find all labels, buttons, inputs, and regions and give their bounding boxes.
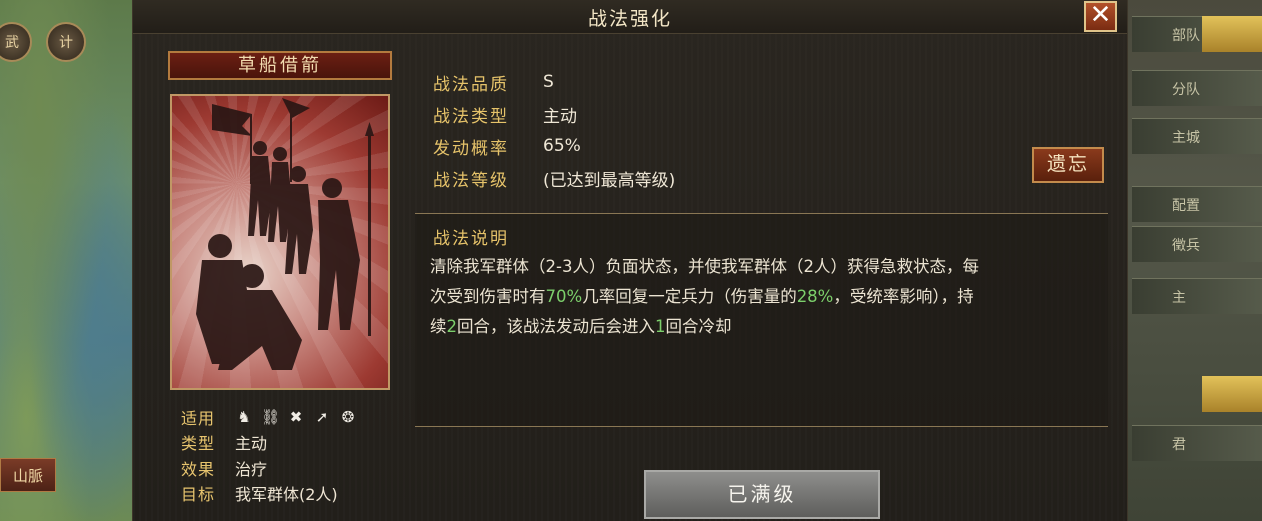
target-value: 我军群体(2人)	[235, 485, 338, 505]
effect-row: 效果 治疗	[181, 455, 357, 481]
forget-button[interactable]: 遗忘	[1032, 147, 1104, 183]
soldiers-silhouette-illustration	[196, 98, 374, 370]
description-line: 续2回合，该战法发动后会进入1回合冷却	[430, 312, 1098, 342]
description-segment: 回合冷却	[665, 317, 732, 336]
unit-type-icons: ♞ ⛓ ✖ ➚ ❂	[235, 408, 357, 426]
side-panel-row[interactable]: 配置	[1132, 186, 1262, 222]
applies-row: 适用 ♞ ⛓ ✖ ➚ ❂	[181, 404, 357, 430]
skill-level-row: 战法等级 (已达到最高等级)	[433, 162, 675, 194]
skill-level-value: (已达到最高等级)	[543, 170, 676, 191]
description-segment: 回合，该战法发动后会进入	[457, 317, 655, 336]
chariot-icon: ❂	[341, 407, 355, 426]
description-title: 战法说明	[433, 229, 509, 249]
target-row: 目标 我军群体(2人)	[181, 481, 357, 507]
side-panel-background: 部队 分队 主城 配置 徵兵 主 君	[1128, 0, 1262, 521]
skill-card-stats: 适用 ♞ ⛓ ✖ ➚ ❂ 类型 主动 效果 治疗 目标 我军群体(2人)	[181, 404, 357, 506]
applies-label: 适用	[181, 408, 216, 428]
description-text: 清除我军群体（2-3人）负面状态，并使我军群体（2人）获得急救状态，每 次受到伤…	[430, 252, 1098, 342]
close-icon: ✕	[1089, 0, 1112, 30]
side-panel-gold-tab[interactable]	[1202, 16, 1262, 52]
cavalry-icon: ♞	[237, 407, 251, 426]
trigger-rate-value: 65%	[543, 136, 581, 156]
dialog-title: 战法强化	[587, 8, 672, 30]
trigger-rate-row: 发动概率 65%	[433, 130, 675, 162]
description-segment: 次受到伤害时有	[430, 287, 546, 306]
description-highlight: 70%	[545, 287, 583, 306]
quality-label: 战法品质	[433, 74, 509, 95]
map-round-button-label: 计	[59, 35, 73, 51]
description-highlight: 1	[655, 317, 666, 336]
quality-row: 战法品质 S	[433, 66, 675, 98]
type-value: 主动	[235, 434, 268, 454]
skill-type-label: 战法类型	[433, 106, 509, 127]
skill-upgrade-dialog: 战法强化 ✕ 草船借箭 适用 ♞ ⛓ ✖ ➚ ❂ 类型 主动 效果 治疗 目标 …	[132, 0, 1128, 521]
skill-level-label: 战法等级	[433, 170, 509, 191]
game-map-background: 武 计 山脈	[0, 0, 132, 521]
type-label: 类型	[181, 434, 216, 454]
description-highlight: 28%	[796, 287, 834, 306]
side-panel-row-label: 部队	[1172, 27, 1200, 44]
map-round-button[interactable]: 计	[46, 22, 86, 62]
quality-value: S	[543, 72, 554, 92]
map-side-button-label: 山脈	[12, 466, 43, 485]
map-round-button-label: 武	[5, 35, 19, 51]
bow-icon: ✖	[289, 407, 303, 426]
side-panel-row[interactable]: 主	[1132, 278, 1262, 314]
side-panel-row[interactable]: 徵兵	[1132, 226, 1262, 262]
shield-icon: ⛓	[261, 407, 281, 426]
type-row: 类型 主动	[181, 430, 357, 456]
side-panel-gold-tab[interactable]	[1202, 376, 1262, 412]
description-segment: ，受统率影响），持	[833, 287, 974, 306]
skill-card-art	[170, 94, 390, 390]
skill-type-row: 战法类型 主动	[433, 98, 675, 130]
spear-icon: ➚	[315, 407, 329, 426]
dialog-titlebar: 战法强化 ✕	[133, 0, 1127, 34]
description-line: 次受到伤害时有70%几率回复一定兵力（伤害量的28%，受统率影响），持	[430, 282, 1098, 312]
side-panel-row-label: 主城	[1172, 129, 1200, 146]
side-panel-row-label: 主	[1172, 289, 1186, 306]
map-round-button[interactable]: 武	[0, 22, 32, 62]
side-panel-row[interactable]: 君	[1132, 425, 1262, 461]
skill-info: 战法品质 S 战法类型 主动 发动概率 65% 战法等级 (已达到最高等级)	[433, 66, 675, 194]
description-highlight: 2	[446, 317, 458, 336]
effect-label: 效果	[181, 459, 216, 479]
side-panel-row-label: 君	[1172, 436, 1186, 453]
description-segment: 续	[430, 317, 447, 336]
description-segment: 几率回复一定兵力（伤害量的	[582, 287, 797, 306]
side-panel-row-label: 徵兵	[1172, 237, 1200, 254]
side-panel-row-label: 分队	[1172, 81, 1200, 98]
side-panel-row[interactable]: 主城	[1132, 118, 1262, 154]
skill-type-value: 主动	[543, 106, 577, 127]
side-panel-row[interactable]: 分队	[1132, 70, 1262, 106]
max-level-button[interactable]: 已满级	[644, 470, 880, 519]
effect-value: 治疗	[235, 459, 268, 479]
skill-description-box: 战法说明 清除我军群体（2-3人）负面状态，并使我军群体（2人）获得急救状态，每…	[415, 213, 1108, 427]
description-line: 清除我军群体（2-3人）负面状态，并使我军群体（2人）获得急救状态，每	[430, 252, 1098, 282]
side-panel-row-label: 配置	[1172, 197, 1200, 214]
trigger-rate-label: 发动概率	[433, 138, 509, 159]
target-label: 目标	[181, 485, 216, 505]
description-segment: 清除我军群体（2-3人）负面状态，并使我军群体（2人）获得急救状态，每	[430, 257, 979, 276]
skill-name-banner: 草船借箭	[168, 51, 392, 80]
map-side-button[interactable]: 山脈	[0, 458, 56, 492]
close-button[interactable]: ✕	[1084, 1, 1117, 32]
